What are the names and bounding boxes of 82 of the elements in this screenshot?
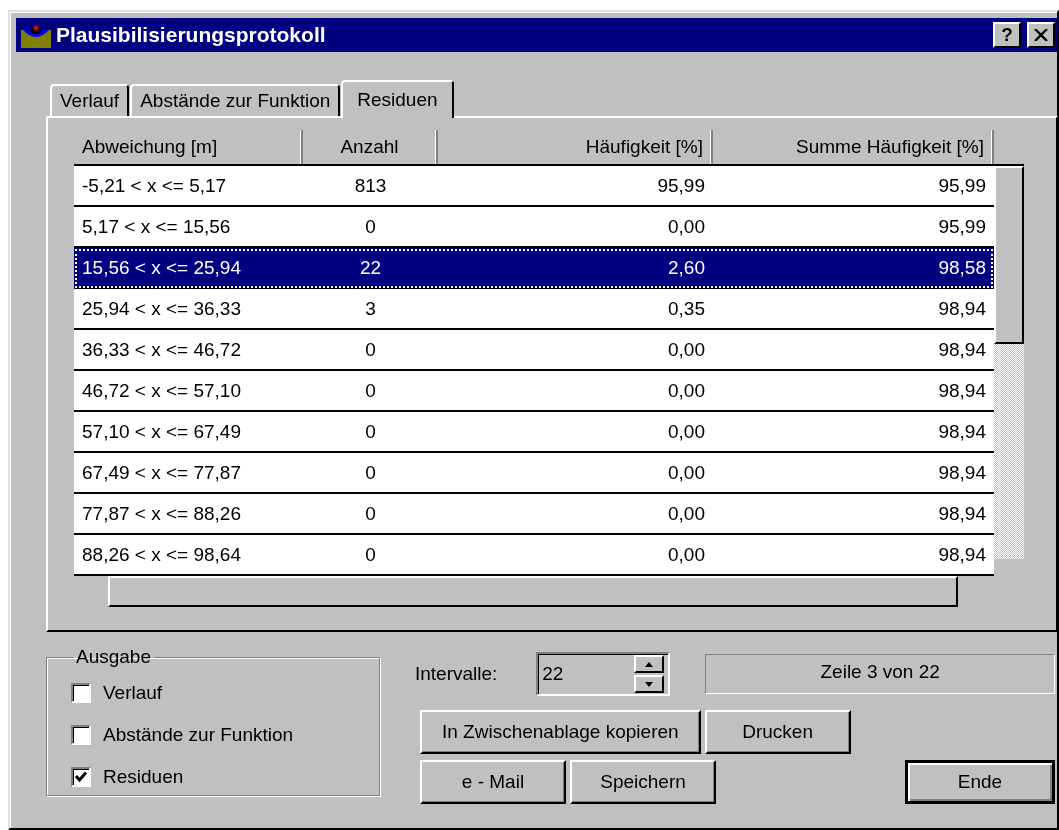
- column-header[interactable]: Summe Häufigkeit [%]: [713, 130, 994, 164]
- column-header[interactable]: Häufigkeit [%]: [438, 130, 713, 164]
- table-cell-text: 98,94: [937, 379, 987, 403]
- tab[interactable]: Abstände zur Funktion: [130, 84, 341, 116]
- intervals-spin-field[interactable]: 22: [536, 652, 671, 696]
- table-cell-text: 0: [364, 215, 377, 239]
- table-cell-text: 98,94: [937, 297, 987, 321]
- table-cell-text: 0: [364, 379, 377, 403]
- window-title: Plausibilisierungsprotokoll: [56, 23, 327, 47]
- table-row[interactable]: 25,94 < x <= 36,33 3 0,35 98,94: [74, 289, 994, 330]
- table-cell-text: 36,33 < x <= 46,72: [81, 338, 242, 362]
- table-cell-text: 46,72 < x <= 57,10: [81, 379, 242, 403]
- table-cell-text: -5,21 < x <= 5,17: [81, 174, 228, 198]
- up-arrow-icon: [645, 661, 654, 667]
- down-arrow-icon: [645, 681, 654, 687]
- table-cell-text: 22: [358, 256, 383, 280]
- table-cell-text: 0,00: [667, 461, 706, 485]
- table-cell-text: 0: [364, 338, 377, 362]
- table-cell-text: 0,35: [667, 297, 706, 321]
- table-row[interactable]: -5,21 < x <= 5,17 813 95,99 95,99: [74, 166, 994, 207]
- table-cell-text: 0,00: [667, 215, 706, 239]
- table-row[interactable]: 36,33 < x <= 46,72 0 0,00 98,94: [74, 330, 994, 371]
- table-cell-text: 15,56 < x <= 25,94: [81, 256, 242, 280]
- table-cell-text: 0: [364, 420, 377, 444]
- column-header[interactable]: Abweichung [m]: [74, 130, 303, 164]
- table-cell-text: 0,00: [667, 502, 706, 526]
- checkbox-label[interactable]: Abstände zur Funktion: [103, 724, 294, 746]
- table-cell-text: 0: [364, 461, 377, 485]
- table-cell-text: 0: [364, 543, 377, 567]
- checkbox[interactable]: [71, 767, 91, 787]
- table-cell-text: 813: [353, 174, 388, 198]
- table-cell-text: 98,94: [937, 502, 987, 526]
- table-row[interactable]: 67,49 < x <= 77,87 0 0,00 98,94: [74, 453, 994, 494]
- table-cell-text: 95,99: [937, 215, 987, 239]
- table-cell-text: 77,87 < x <= 88,26: [81, 502, 242, 526]
- table-cell-text: 98,94: [937, 461, 987, 485]
- close-button[interactable]: [1027, 22, 1055, 48]
- table-cell-text: 5,17 < x <= 15,56: [81, 215, 232, 239]
- checkbox[interactable]: [71, 725, 91, 745]
- intervals-label: Intervalle:: [415, 663, 499, 685]
- table-cell-text: 98,94: [937, 338, 987, 362]
- table-cell-text: 57,10 < x <= 67,49: [81, 420, 242, 444]
- checkbox-label[interactable]: Residuen: [103, 766, 184, 788]
- push-button[interactable]: Ende: [905, 760, 1055, 804]
- table-row[interactable]: 46,72 < x <= 57,10 0 0,00 98,94: [74, 371, 994, 412]
- check-icon: [74, 770, 88, 784]
- table-cell-text: 2,60: [667, 256, 706, 280]
- table-cell-text: 25,94 < x <= 36,33: [81, 297, 242, 321]
- table-cell-text: 0: [364, 502, 377, 526]
- checkbox[interactable]: [71, 683, 91, 703]
- table-cell-text: 88,26 < x <= 98,64: [81, 543, 242, 567]
- spin-up-button[interactable]: [634, 655, 665, 673]
- table-cell-text: 0,00: [667, 379, 706, 403]
- table-cell-text: 67,49 < x <= 77,87: [81, 461, 242, 485]
- push-button[interactable]: In Zwischenablage kopieren: [420, 710, 701, 754]
- table-cell-text: 95,99: [937, 174, 987, 198]
- checkbox-label[interactable]: Verlauf: [103, 682, 163, 704]
- table-cell-text: 3: [364, 297, 377, 321]
- table-cell-text: 98,58: [937, 256, 987, 280]
- table-cell-text: 95,99: [656, 174, 706, 198]
- vertical-scrollbar[interactable]: [994, 166, 1024, 559]
- push-button[interactable]: e - Mail: [420, 760, 566, 804]
- status-field: Zeile 3 von 22: [705, 654, 1055, 694]
- table-row[interactable]: 57,10 < x <= 67,49 0 0,00 98,94: [74, 412, 994, 453]
- push-button[interactable]: Speichern: [570, 760, 716, 804]
- table-cell-text: 0,00: [667, 543, 706, 567]
- table-cell-text: 0,00: [667, 338, 706, 362]
- push-button[interactable]: Drucken: [704, 710, 851, 754]
- table-row[interactable]: 77,87 < x <= 88,26 0 0,00 98,94: [74, 494, 994, 535]
- scrollbar-thumb[interactable]: [994, 166, 1024, 344]
- help-button[interactable]: ?: [993, 22, 1021, 48]
- table-cell-text: 98,94: [937, 543, 987, 567]
- spin-down-button[interactable]: [634, 675, 665, 693]
- tab[interactable]: Residuen: [341, 80, 454, 118]
- table-cell-text: 98,94: [937, 420, 987, 444]
- table-cell-text: 0,00: [667, 420, 706, 444]
- table-row[interactable]: 15,56 < x <= 25,94 22 2,60 98,58: [74, 248, 994, 289]
- column-header[interactable]: Anzahl: [303, 130, 438, 164]
- tab[interactable]: Verlauf: [50, 84, 130, 116]
- close-icon: [1034, 29, 1048, 41]
- horizontal-scrollbar[interactable]: [108, 576, 958, 607]
- group-title: Ausgabe: [75, 646, 152, 668]
